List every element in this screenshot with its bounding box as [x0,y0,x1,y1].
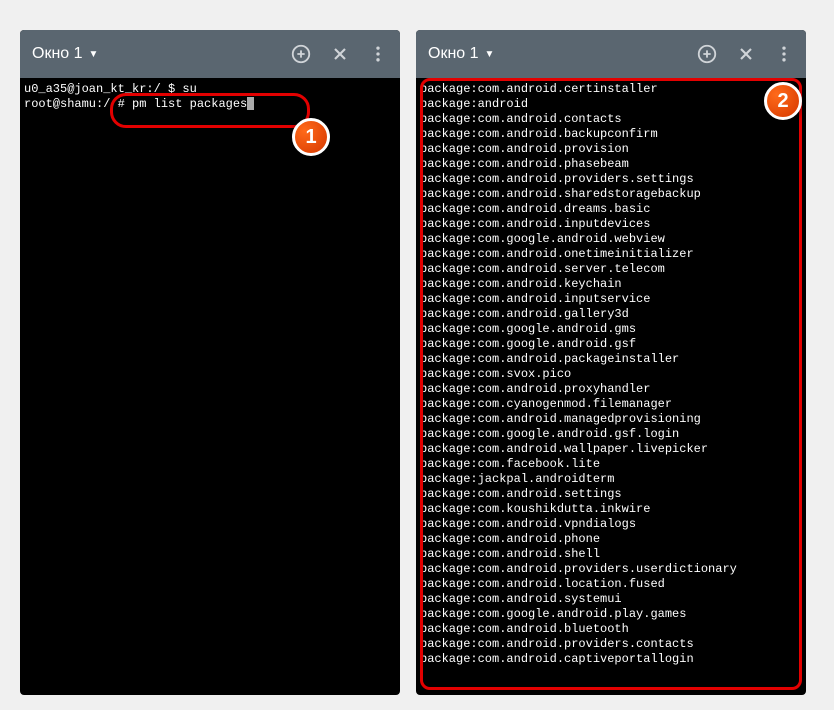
terminal-panel-left: Окно 1 ▼ u0_a35@joan_kt_kr:/ $ su ro [20,30,400,695]
package-line: package:com.facebook.lite [420,457,802,472]
package-line: package:com.google.android.gsf [420,337,802,352]
titlebar-right: Окно 1 ▼ [416,30,806,78]
package-line: package:com.android.dreams.basic [420,202,802,217]
window-label: Окно 1 [32,45,83,63]
package-line: package:com.android.phone [420,532,802,547]
add-tab-button[interactable] [696,43,718,65]
annotation-badge-2: 2 [764,82,802,120]
terminal-output-left[interactable]: u0_a35@joan_kt_kr:/ $ su root@shamu:/ # … [20,78,400,116]
package-line: package:com.android.gallery3d [420,307,802,322]
titlebar-left: Окно 1 ▼ [20,30,400,78]
package-line: package:com.android.providers.userdictio… [420,562,802,577]
package-line: package:com.google.android.play.games [420,607,802,622]
chevron-down-icon: ▼ [89,49,99,60]
package-line: package:com.android.systemui [420,592,802,607]
package-line: package:jackpal.androidterm [420,472,802,487]
package-line: package:com.android.providers.settings [420,172,802,187]
window-label: Окно 1 [428,45,479,63]
window-tab[interactable]: Окно 1 ▼ [32,45,98,63]
package-line: package:com.android.wallpaper.livepicker [420,442,802,457]
package-line: package:com.google.android.gsf.login [420,427,802,442]
package-line: package:android [420,97,802,112]
package-line: package:com.android.sharedstoragebackup [420,187,802,202]
cmd-text: $ su [161,82,197,96]
package-line: package:com.android.bluetooth [420,622,802,637]
close-icon[interactable] [736,44,756,64]
package-line: package:com.android.backupconfirm [420,127,802,142]
package-line: package:com.svox.pico [420,367,802,382]
menu-dots-icon[interactable] [774,44,794,64]
add-tab-button[interactable] [290,43,312,65]
cursor-icon [247,97,254,110]
prompt-user: u0_a35@joan_kt_kr:/ [24,82,161,96]
window-tab[interactable]: Окно 1 ▼ [428,45,494,63]
annotation-badge-1: 1 [292,118,330,156]
package-line: package:com.android.captiveportallogin [420,652,802,667]
package-line: package:com.android.settings [420,487,802,502]
package-line: package:com.google.android.gms [420,322,802,337]
package-line: package:com.android.certinstaller [420,82,802,97]
package-line: package:com.android.server.telecom [420,262,802,277]
package-line: package:com.android.provision [420,142,802,157]
package-line: package:com.android.packageinstaller [420,352,802,367]
package-line: package:com.koushikdutta.inkwire [420,502,802,517]
package-line: package:com.android.inputservice [420,292,802,307]
package-line: package:com.android.vpndialogs [420,517,802,532]
package-line: package:com.google.android.webview [420,232,802,247]
package-line: package:com.android.inputdevices [420,217,802,232]
terminal-output-right[interactable]: package:com.android.certinstallerpackage… [416,78,806,671]
package-line: package:com.android.proxyhandler [420,382,802,397]
package-line: package:com.android.phasebeam [420,157,802,172]
package-line: package:com.android.managedprovisioning [420,412,802,427]
close-icon[interactable] [330,44,350,64]
cmd-text: # pm list packages [110,97,247,111]
package-line: package:com.android.onetimeinitializer [420,247,802,262]
menu-dots-icon[interactable] [368,44,388,64]
chevron-down-icon: ▼ [485,49,495,60]
terminal-panel-right: Окно 1 ▼ package:com.android.certinstall [416,30,806,695]
package-line: package:com.android.shell [420,547,802,562]
package-line: package:com.android.location.fused [420,577,802,592]
package-line: package:com.android.keychain [420,277,802,292]
package-line: package:com.android.providers.contacts [420,637,802,652]
package-line: package:com.android.contacts [420,112,802,127]
package-line: package:com.cyanogenmod.filemanager [420,397,802,412]
prompt-root: root@shamu:/ [24,97,110,111]
